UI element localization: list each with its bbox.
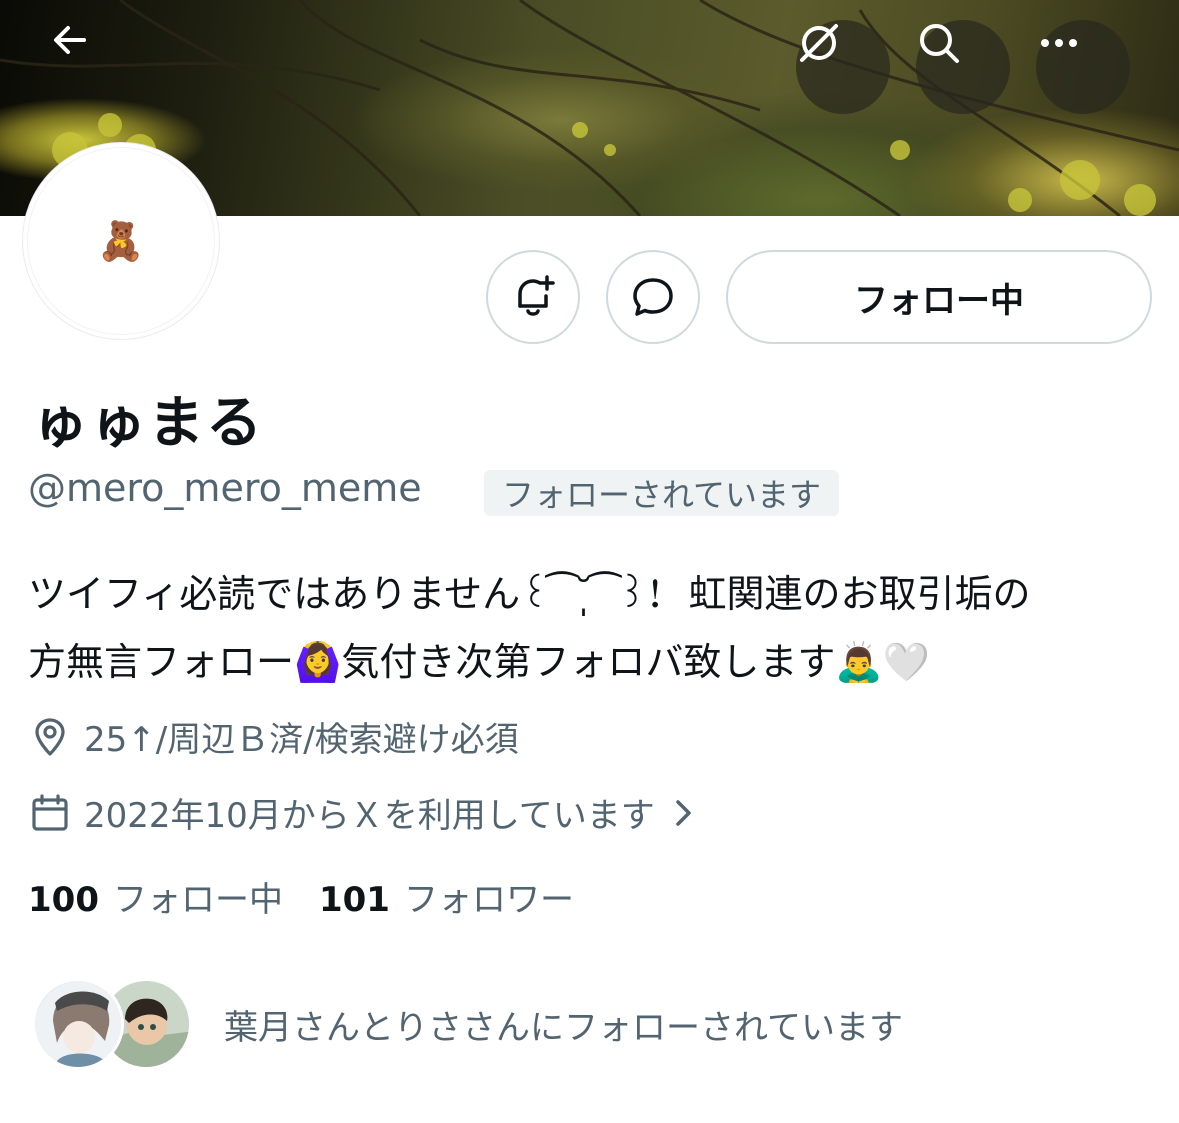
following-stat-label: フォロー中 [112, 880, 283, 920]
followers-stat[interactable]: 101 フォロワー [319, 872, 574, 921]
grok-button[interactable] [796, 20, 890, 114]
following-button[interactable]: フォロー中 [726, 250, 1152, 344]
bell-plus-icon [518, 275, 555, 316]
mutual-avatars [32, 978, 192, 1070]
arrow-left-icon [54, 26, 86, 54]
following-button-label: フォロー中 [854, 280, 1024, 321]
follow-stats: 100 フォロー中 101 フォロワー [28, 872, 574, 921]
avatar-image: 🧸 [27, 147, 215, 335]
following-count: 100 [28, 880, 99, 920]
notifications-button[interactable] [486, 250, 580, 344]
profile-bio: ツイフィ必読ではありません꒰ ͡ ˘̩̩ ͡ ꒱！ 虹関連のお取引垢の 方無言フ… [28, 560, 1158, 696]
bio-line-2: 方無言フォロー🙆‍♀️気付き次第フォロバ致します🙇‍♂️🤍 [28, 640, 930, 684]
chevron-right-icon [673, 796, 695, 830]
mutual-followers-text: 葉月さんとりささんにフォローされています [224, 1007, 903, 1048]
joined-text: 2022年10月からＸを利用しています [84, 796, 655, 836]
location-row: 25↑/周辺Ｂ済/検索避け必須 [28, 712, 519, 761]
search-icon [920, 24, 959, 63]
profile-avatar[interactable]: 🧸 [22, 142, 220, 340]
follows-you-badge: フォローされています [484, 470, 840, 516]
followers-stat-label: フォロワー [403, 880, 574, 920]
display-name: ゅゅまる [32, 391, 264, 456]
calendar-icon [28, 791, 72, 835]
grok-icon [800, 24, 838, 62]
following-stat[interactable]: 100 フォロー中 [28, 872, 283, 921]
followers-count: 101 [318, 880, 390, 920]
message-bubble-icon [633, 278, 673, 316]
mutual-followers[interactable]: 葉月さんとりささんにフォローされています [32, 978, 903, 1070]
more-icon [1041, 39, 1077, 47]
follows-you-label: フォローされています [502, 476, 822, 514]
location-text: 25↑/周辺Ｂ済/検索避け必須 [84, 720, 519, 760]
search-button[interactable] [916, 20, 1010, 114]
avatar [32, 978, 124, 1070]
bio-line-1: ツイフィ必読ではありません꒰ ͡ ˘̩̩ ͡ ꒱！ 虹関連のお取引垢の [28, 572, 1031, 616]
location-pin-icon [28, 715, 72, 759]
more-options-button[interactable] [1036, 20, 1130, 114]
joined-row[interactable]: 2022年10月からＸを利用しています [28, 788, 695, 837]
user-handle: @mero_mero_meme [28, 466, 422, 510]
back-button[interactable] [50, 20, 144, 114]
message-button[interactable] [606, 250, 700, 344]
